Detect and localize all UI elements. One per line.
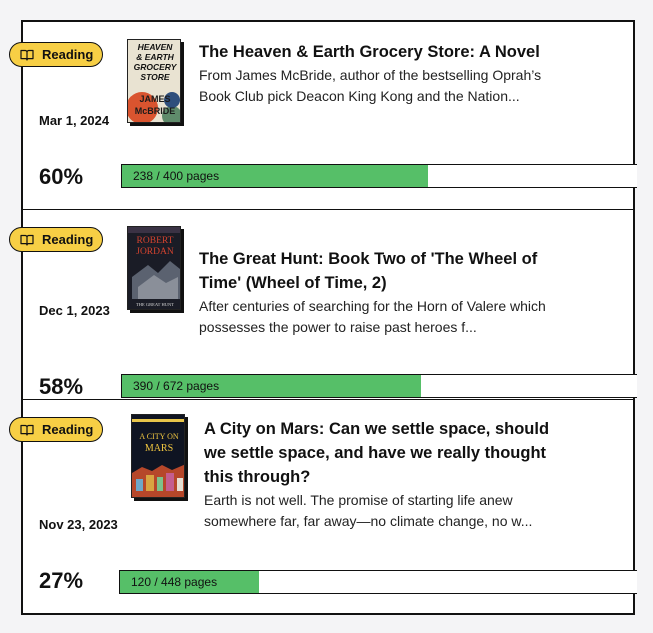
pages-label: 120 / 448 pages: [131, 575, 218, 589]
pages-label: 238 / 400 pages: [133, 169, 220, 183]
date-added: Nov 23, 2023: [39, 517, 118, 532]
book-open-icon: [20, 49, 34, 61]
book-entry[interactable]: Reading Mar 1, 2024 HEAVEN & EARTH GROCE…: [9, 22, 637, 210]
status-label: Reading: [42, 232, 94, 247]
book-title[interactable]: The Heaven & Earth Grocery Store: A Nove…: [199, 40, 589, 64]
cover-author-line: ROBERT: [137, 236, 174, 246]
date-added: Dec 1, 2023: [39, 303, 110, 318]
progress-bar: 120 / 448 pages: [119, 570, 637, 594]
book-description: Earth is not well. The promise of starti…: [204, 492, 533, 529]
cover-title-line: A CITY ON: [139, 432, 178, 441]
cover-author-line: JAMES: [139, 94, 170, 104]
book-title[interactable]: The Great Hunt: Book Two of 'The Wheel o…: [199, 247, 554, 295]
book-cover[interactable]: ROBERT JORDAN THE GREAT HUNT: [127, 226, 181, 310]
book-description: From James McBride, author of the bestse…: [199, 67, 542, 104]
status-badge[interactable]: Reading: [9, 417, 103, 442]
cover-author-line: McBRIDE: [135, 106, 176, 116]
cover-title-line: GROCERY: [134, 62, 178, 72]
status-label: Reading: [42, 422, 94, 437]
book-description: After centuries of searching for the Hor…: [199, 298, 546, 335]
progress-percent: 27%: [39, 568, 84, 593]
pages-label: 390 / 672 pages: [133, 379, 220, 393]
reading-list-panel: Reading Mar 1, 2024 HEAVEN & EARTH GROCE…: [9, 20, 637, 617]
progress-percent: 60%: [39, 164, 84, 189]
book-entry[interactable]: Reading Dec 1, 2023 ROBERT JORDAN THE GR…: [9, 210, 637, 400]
cover-title-line: HEAVEN: [138, 42, 174, 52]
book-title[interactable]: A City on Mars: Can we settle space, sho…: [204, 417, 574, 489]
book-open-icon: [20, 234, 34, 246]
progress-percent: 58%: [39, 374, 84, 399]
cover-title-line: STORE: [140, 72, 169, 82]
date-added: Mar 1, 2024: [39, 113, 110, 128]
status-label: Reading: [42, 47, 94, 62]
book-entry[interactable]: Reading Nov 23, 2023 A CITY ON MARS A Ci…: [9, 400, 637, 617]
book-cover[interactable]: HEAVEN & EARTH GROCERY STORE JAMES McBRI…: [127, 39, 181, 123]
cover-title-line: THE GREAT HUNT: [136, 302, 174, 307]
book-open-icon: [20, 424, 34, 436]
cover-title-line: & EARTH: [136, 52, 174, 62]
book-cover[interactable]: A CITY ON MARS: [131, 414, 185, 498]
progress-bar: 390 / 672 pages: [121, 374, 637, 398]
cover-title-line: MARS: [145, 443, 173, 454]
cover-author-line: JORDAN: [136, 247, 174, 257]
progress-bar: 238 / 400 pages: [121, 164, 637, 188]
status-badge[interactable]: Reading: [9, 227, 103, 252]
status-badge[interactable]: Reading: [9, 42, 103, 67]
